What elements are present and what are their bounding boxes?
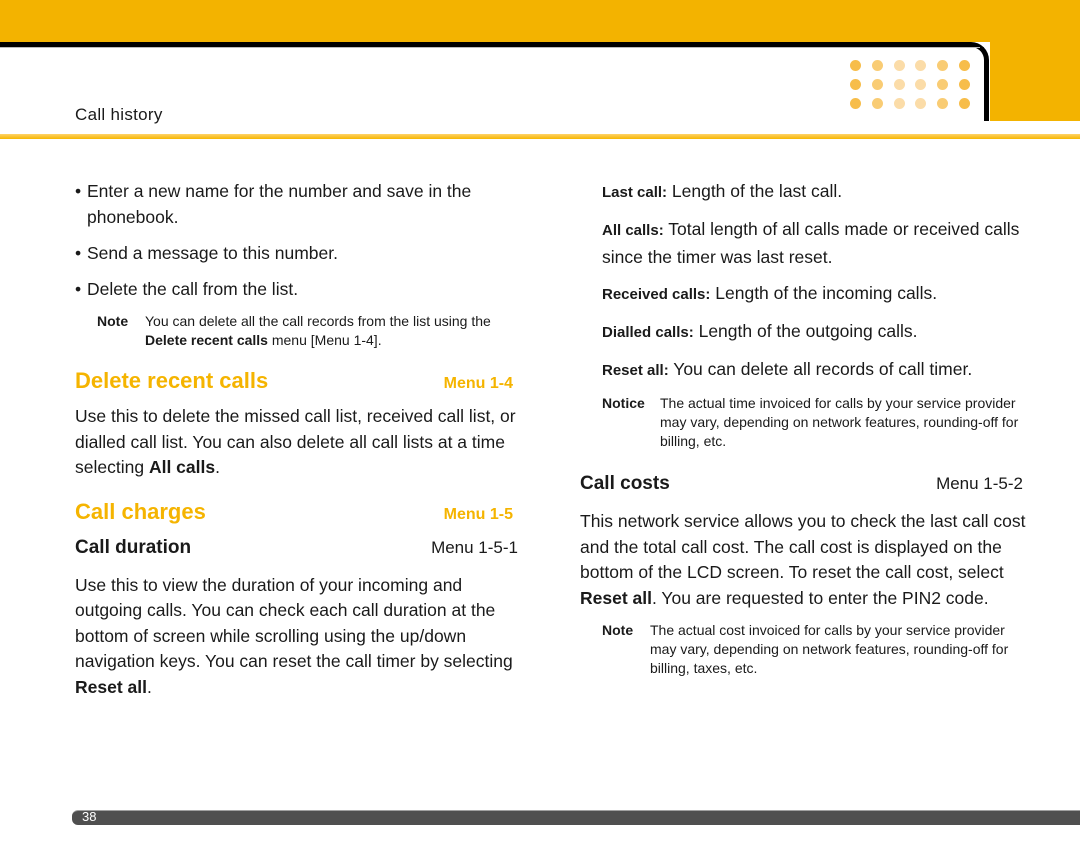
decorative-dot (893, 60, 905, 71)
decorative-dot (850, 98, 861, 109)
decorative-dot (850, 79, 861, 90)
definition-description: Length of the outgoing calls. (693, 321, 918, 341)
menu-reference: Menu 1-4 (443, 375, 513, 392)
orange-divider (0, 134, 1080, 139)
decorative-dot (871, 98, 883, 109)
paragraph-call-costs: This network service allows you to check… (580, 511, 1026, 608)
note-call-cost: Note The actual cost invoiced for calls … (602, 621, 1030, 678)
heading-title: Call charges (75, 498, 206, 524)
decorative-dot (937, 60, 949, 71)
definition-description: You can delete all records of call timer… (668, 359, 973, 379)
bullet-item: • Delete the call from the list. (75, 276, 525, 302)
definition-term: All calls: (602, 222, 664, 239)
decorative-dot (850, 60, 861, 71)
header-rule (0, 47, 980, 48)
decorative-dot (937, 98, 949, 109)
notice-label: Notice (602, 395, 645, 411)
definition-term: Reset all: (602, 362, 669, 379)
definition-description: Length of the incoming calls. (710, 283, 938, 303)
definition-term: Dialled calls: (602, 324, 694, 341)
decorative-dot (915, 98, 927, 109)
paragraph-delete-recent: Use this to delete the missed call list,… (75, 406, 516, 477)
note-label: Note (97, 313, 129, 329)
bullet-icon: • (75, 181, 82, 201)
decorative-dot (893, 79, 905, 90)
definition-item: Dialled calls: Length of the outgoing ca… (580, 318, 1030, 346)
bullet-icon: • (75, 243, 82, 263)
left-column: • Enter a new name for the number and sav… (75, 178, 525, 700)
definition-term: Last call: (602, 184, 668, 201)
decorative-dot (915, 60, 927, 71)
notice-call-time: Notice The actual time invoiced for call… (602, 394, 1030, 451)
menu-reference: Menu 1-5 (443, 505, 513, 523)
definition-description: Total length of all calls made or receiv… (602, 219, 1020, 267)
definition-description: Length of the last call. (667, 181, 843, 201)
header-band (0, 0, 1080, 42)
bullet-icon: • (75, 279, 82, 299)
header-corner-block (990, 0, 1080, 121)
note-label: Note (602, 622, 634, 638)
decorative-dot (958, 60, 970, 71)
definition-item: Last call: Length of the last call. (580, 178, 1030, 206)
note-text: The actual cost invoiced for calls by yo… (650, 622, 1009, 676)
definition-item: Reset all: You can delete all records of… (580, 356, 1030, 384)
decorative-dot (893, 98, 905, 109)
page-number: 38 (82, 809, 97, 824)
note-text: You can delete all the call records from… (145, 313, 491, 348)
decorative-dot (915, 79, 927, 90)
decorative-dot (871, 79, 883, 90)
section-title: Call history (75, 105, 163, 124)
note-delete-recent: Note You can delete all the call records… (97, 312, 525, 350)
heading-title: Call duration (75, 536, 192, 558)
paragraph-call-duration: Use this to view the duration of your in… (75, 574, 513, 697)
decorative-dot-grid (850, 60, 970, 112)
footer-bar (72, 810, 1080, 825)
decorative-dot (871, 60, 883, 71)
menu-reference: Menu 1-5-2 (936, 474, 1023, 493)
definition-term: Received calls: (602, 286, 711, 303)
heading-call-costs: Call costs Menu 1-5-2 (580, 473, 1030, 495)
heading-title: Call costs (580, 473, 670, 494)
definition-item: Received calls: Length of the incoming c… (580, 280, 1030, 308)
heading-call-charges: Call charges Menu 1-5 (75, 499, 525, 525)
menu-reference: Menu 1-5-1 (431, 537, 518, 557)
decorative-dot (937, 79, 949, 90)
definition-item: All calls: Total length of all calls mad… (580, 216, 1030, 270)
decorative-dot (958, 79, 970, 90)
heading-delete-recent-calls: Delete recent calls Menu 1-4 (75, 368, 525, 394)
decorative-dot (958, 98, 970, 109)
heading-title: Delete recent calls (75, 368, 269, 393)
right-column: Last call: Length of the last call. All c… (580, 178, 1030, 678)
heading-call-duration: Call duration Menu 1-5-1 (75, 537, 525, 559)
bullet-item: • Enter a new name for the number and sav… (75, 178, 525, 230)
bullet-item: • Send a message to this number. (75, 240, 525, 266)
notice-text: The actual time invoiced for calls by yo… (660, 395, 1019, 449)
definition-list: Last call: Length of the last call. All c… (580, 178, 1030, 384)
